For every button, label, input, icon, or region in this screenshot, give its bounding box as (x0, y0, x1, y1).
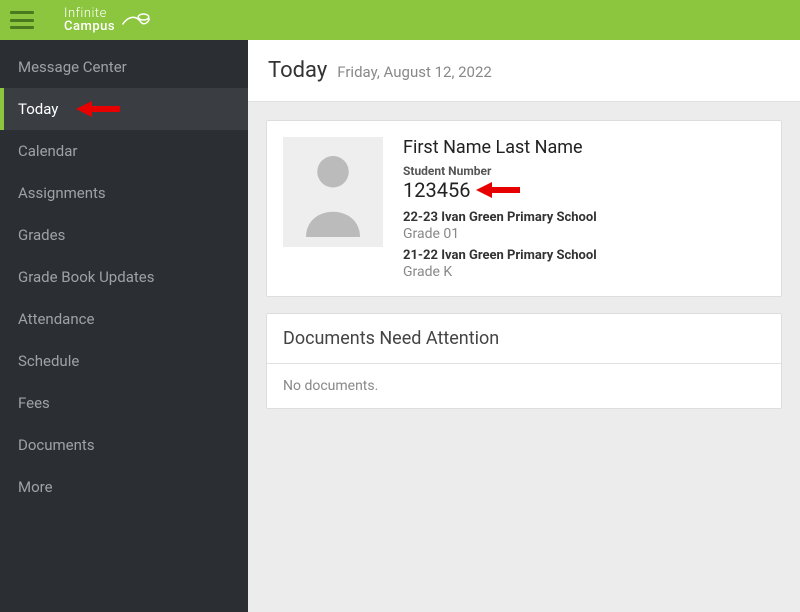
sidebar-item-label: Message Center (18, 58, 127, 76)
app-header: Infinite Campus (0, 0, 800, 40)
annotation-arrow-icon (476, 180, 520, 200)
logo-text-bottom: Campus (64, 20, 115, 33)
sidebar-item-label: Grades (18, 226, 65, 244)
enrollment-year: 21-22 (403, 248, 438, 263)
enrollment-year: 22-23 (403, 210, 438, 225)
sidebar-item-label: Schedule (18, 352, 79, 370)
documents-empty-message: No documents. (267, 364, 781, 408)
sidebar-item-assignments[interactable]: Assignments (0, 172, 248, 214)
enrollment-entry: 21-22 Ivan Green Primary School Grade K (403, 248, 765, 280)
sidebar-item-schedule[interactable]: Schedule (0, 340, 248, 382)
student-card: First Name Last Name Student Number 1234… (266, 120, 782, 297)
sidebar-item-label: Fees (18, 394, 50, 412)
sidebar-item-attendance[interactable]: Attendance (0, 298, 248, 340)
sidebar-item-documents[interactable]: Documents (0, 424, 248, 466)
sidebar-item-label: Calendar (18, 142, 78, 160)
logo-swoosh-icon (121, 10, 151, 30)
page-title-bar: Today Friday, August 12, 2022 (248, 40, 800, 102)
enrollment-entry: 22-23 Ivan Green Primary School Grade 01 (403, 210, 765, 242)
student-name: First Name Last Name (403, 137, 765, 158)
sidebar-item-message-center[interactable]: Message Center (0, 46, 248, 88)
student-number: 123456 (403, 178, 470, 202)
sidebar-item-grade-book-updates[interactable]: Grade Book Updates (0, 256, 248, 298)
enrollment-school: Ivan Green Primary School (441, 210, 596, 225)
enrollment-grade: Grade 01 (403, 226, 765, 242)
sidebar-item-label: Today (18, 100, 58, 118)
sidebar-item-fees[interactable]: Fees (0, 382, 248, 424)
sidebar-item-more[interactable]: More (0, 466, 248, 508)
enrollment-grade: Grade K (403, 264, 765, 280)
annotation-arrow-icon (76, 99, 120, 119)
student-number-label: Student Number (403, 164, 765, 178)
page-title: Today (268, 58, 327, 83)
avatar-placeholder-icon (283, 137, 383, 247)
sidebar-item-today[interactable]: Today (0, 88, 248, 130)
sidebar-item-label: More (18, 478, 53, 496)
sidebar-item-label: Assignments (18, 184, 106, 202)
documents-header: Documents Need Attention (267, 314, 781, 364)
brand-logo: Infinite Campus (64, 7, 151, 33)
documents-card: Documents Need Attention No documents. (266, 313, 782, 409)
page-date: Friday, August 12, 2022 (337, 63, 492, 81)
sidebar-item-grades[interactable]: Grades (0, 214, 248, 256)
sidebar-item-label: Documents (18, 436, 95, 454)
sidebar-item-label: Attendance (18, 310, 94, 328)
enrollment-school: Ivan Green Primary School (441, 248, 596, 263)
main-content: Today Friday, August 12, 2022 First Name… (248, 40, 800, 612)
hamburger-menu-icon[interactable] (10, 11, 34, 29)
sidebar-nav: Message Center Today Calendar Assignment… (0, 40, 248, 612)
sidebar-item-label: Grade Book Updates (18, 268, 154, 286)
sidebar-item-calendar[interactable]: Calendar (0, 130, 248, 172)
